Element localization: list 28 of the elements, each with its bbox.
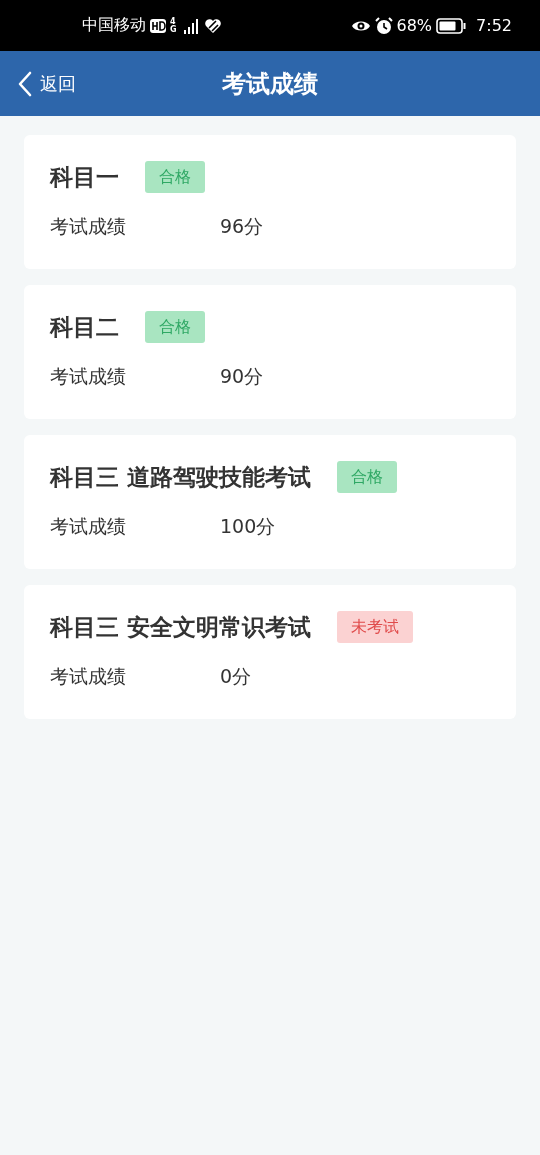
score-label: 考试成绩 bbox=[50, 664, 127, 689]
score-value: 90分 bbox=[220, 364, 264, 389]
carrier-name: 中国移动 bbox=[82, 15, 146, 36]
battery-percent: 68% bbox=[396, 16, 433, 35]
clock-time: 7:52 bbox=[476, 16, 512, 35]
heart-icon bbox=[204, 17, 222, 34]
subject-title: 科目二 bbox=[50, 312, 119, 342]
subject-title: 科目三 道路驾驶技能考试 bbox=[50, 462, 311, 492]
page-title: 考试成绩 bbox=[221, 68, 319, 99]
back-button[interactable]: 返回 bbox=[0, 70, 76, 97]
score-value: 96分 bbox=[220, 214, 264, 239]
score-value: 0分 bbox=[220, 664, 252, 689]
back-icon bbox=[18, 70, 32, 97]
subject-title: 科目三 安全文明常识考试 bbox=[50, 612, 311, 642]
signal-icon bbox=[184, 17, 200, 34]
score-label: 考试成绩 bbox=[50, 514, 127, 539]
status-badge: 合格 bbox=[145, 311, 205, 343]
status-badge: 合格 bbox=[145, 161, 205, 193]
status-badge: 合格 bbox=[337, 461, 397, 493]
score-value: 100分 bbox=[220, 514, 276, 539]
alarm-icon bbox=[374, 16, 393, 35]
network-type: 4G bbox=[170, 17, 178, 34]
score-label: 考试成绩 bbox=[50, 214, 127, 239]
score-label: 考试成绩 bbox=[50, 364, 127, 389]
battery-icon bbox=[436, 17, 467, 34]
hd-icon bbox=[150, 18, 166, 33]
subject-title: 科目一 bbox=[50, 162, 119, 192]
status-badge: 未考试 bbox=[337, 611, 413, 643]
